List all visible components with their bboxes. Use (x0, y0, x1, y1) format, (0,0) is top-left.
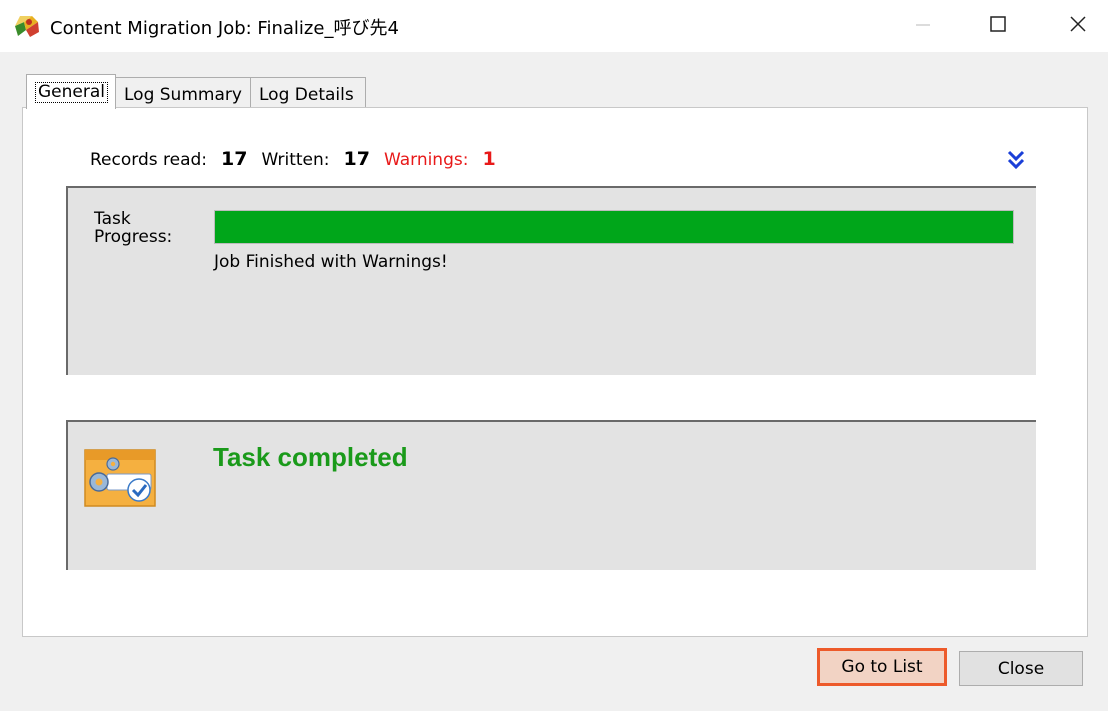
close-icon (1070, 16, 1086, 36)
tab-log-summary[interactable]: Log Summary (115, 77, 251, 108)
tab-general-label: General (35, 82, 108, 103)
minimize-button[interactable] (893, 0, 953, 52)
warnings-value: 1 (482, 148, 496, 170)
tab-log-summary-label: Log Summary (124, 85, 242, 105)
task-settings-check-icon (83, 448, 157, 508)
maximize-icon (990, 16, 1006, 36)
written-label: Written: (261, 150, 330, 170)
records-read-label: Records read: (90, 150, 208, 170)
records-stats: Records read: 17 Written: 17 Warnings: 1 (90, 148, 510, 174)
task-completed-message: Task completed (213, 442, 408, 472)
tab-general[interactable]: General (26, 74, 116, 109)
task-progress-fill (215, 211, 1013, 243)
job-status-text: Job Finished with Warnings! (214, 252, 448, 272)
close-window-button[interactable] (1048, 0, 1108, 52)
task-progress-group: Task Progress: Job Finished with Warning… (66, 186, 1036, 375)
tab-log-details[interactable]: Log Details (250, 77, 366, 108)
task-progress-label: Task Progress: (94, 209, 173, 247)
migration-puzzle-icon (12, 10, 42, 40)
warnings-label: Warnings: (383, 150, 469, 170)
window-title: Content Migration Job: Finalize_呼び先4 (50, 18, 399, 39)
task-completion-group: Task completed (66, 420, 1036, 570)
records-read-value: 17 (221, 148, 248, 170)
tab-log-details-label: Log Details (259, 85, 354, 105)
close-button[interactable]: Close (959, 651, 1083, 686)
written-value: 17 (343, 148, 370, 170)
maximize-button[interactable] (968, 0, 1028, 52)
go-to-list-button[interactable]: Go to List (817, 648, 947, 686)
task-progress-bar (214, 210, 1014, 244)
double-chevron-down-icon[interactable] (1007, 150, 1025, 174)
title-bar: Content Migration Job: Finalize_呼び先4 (0, 0, 1108, 52)
minimize-icon (916, 17, 930, 36)
